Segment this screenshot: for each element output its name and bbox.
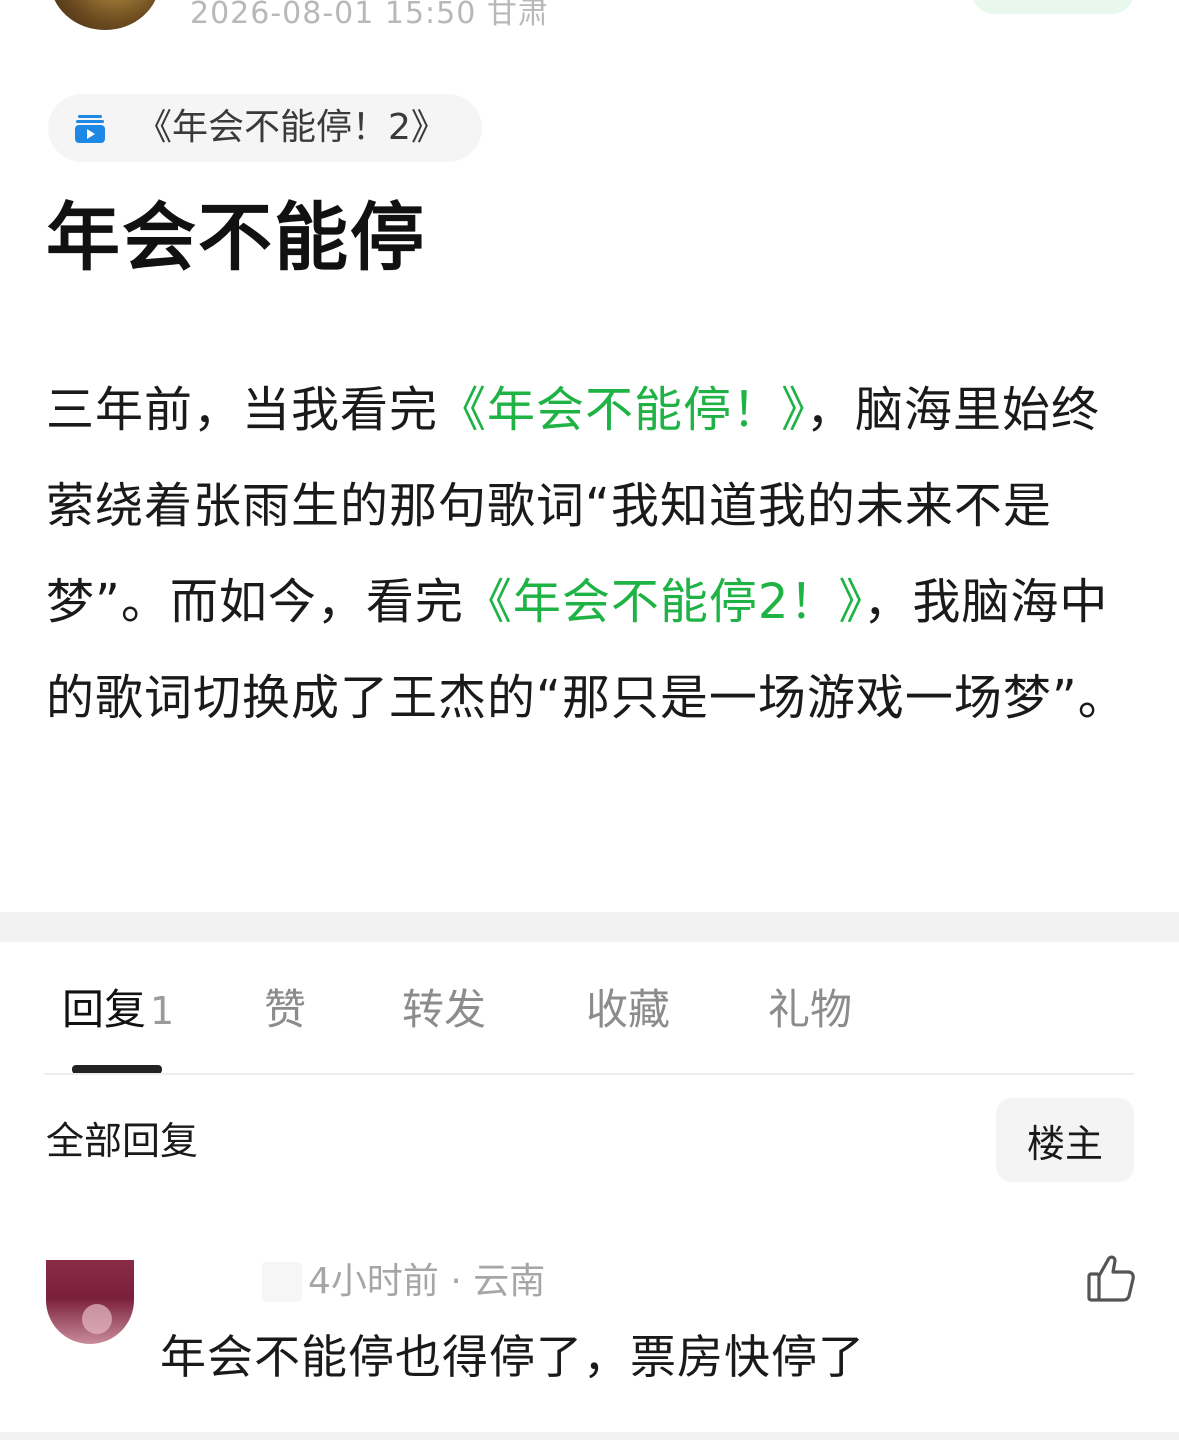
forum-name: 《年会不能停！2》 — [136, 107, 447, 148]
tab-favorites[interactable]: 收藏 — [586, 982, 670, 1038]
author-row: 2026-08-01 15:50 甘肃 — [0, 0, 1179, 40]
movie-link[interactable]: 《年会不能停2！》 — [464, 574, 864, 630]
tab-likes[interactable]: 赞 — [264, 982, 306, 1038]
author-avatar[interactable] — [50, 0, 160, 30]
post-meta: 2026-08-01 15:50 甘肃 — [190, 0, 549, 31]
tab-shares[interactable]: 转发 — [402, 982, 486, 1038]
tabs-divider — [44, 1073, 1134, 1075]
commenter-avatar[interactable] — [46, 1260, 134, 1344]
comment-text: 年会不能停也得停了，票房快停了 — [160, 1330, 865, 1384]
comment-meta: 4小时前 · 云南 — [308, 1261, 546, 1302]
commenter-name-obscured — [262, 1262, 302, 1302]
all-replies-label: 全部回复 — [46, 1119, 199, 1163]
forum-tag[interactable]: 《年会不能停！2》 — [48, 94, 482, 162]
tab-label: 收藏 — [586, 985, 671, 1034]
tab-replies[interactable]: 回复 1 — [62, 982, 174, 1039]
video-forum-icon — [74, 112, 106, 144]
follow-button[interactable] — [972, 0, 1134, 14]
post-body: 三年前，当我看完《年会不能停！》，脑海里始终萦绕着张雨生的那句歌词“我知道我的未… — [46, 362, 1136, 746]
tab-gifts[interactable]: 礼物 — [768, 982, 852, 1038]
thumbs-up-icon[interactable] — [1086, 1252, 1136, 1304]
movie-link[interactable]: 《年会不能停！》 — [438, 382, 806, 438]
tab-label: 回复 — [62, 985, 147, 1034]
post-title: 年会不能停 — [46, 195, 426, 281]
interaction-tabs: 回复 1 赞 转发 收藏 礼物 — [0, 942, 1179, 1074]
body-text: 三年前，当我看完 — [46, 382, 439, 438]
tab-label: 赞 — [264, 985, 307, 1034]
tab-label: 转发 — [402, 985, 487, 1034]
list-bottom-divider — [0, 1432, 1179, 1440]
op-only-filter-button[interactable]: 楼主 — [996, 1098, 1134, 1182]
reply-count: 1 — [150, 989, 175, 1033]
section-divider — [0, 912, 1179, 942]
tab-label: 礼物 — [768, 985, 853, 1034]
